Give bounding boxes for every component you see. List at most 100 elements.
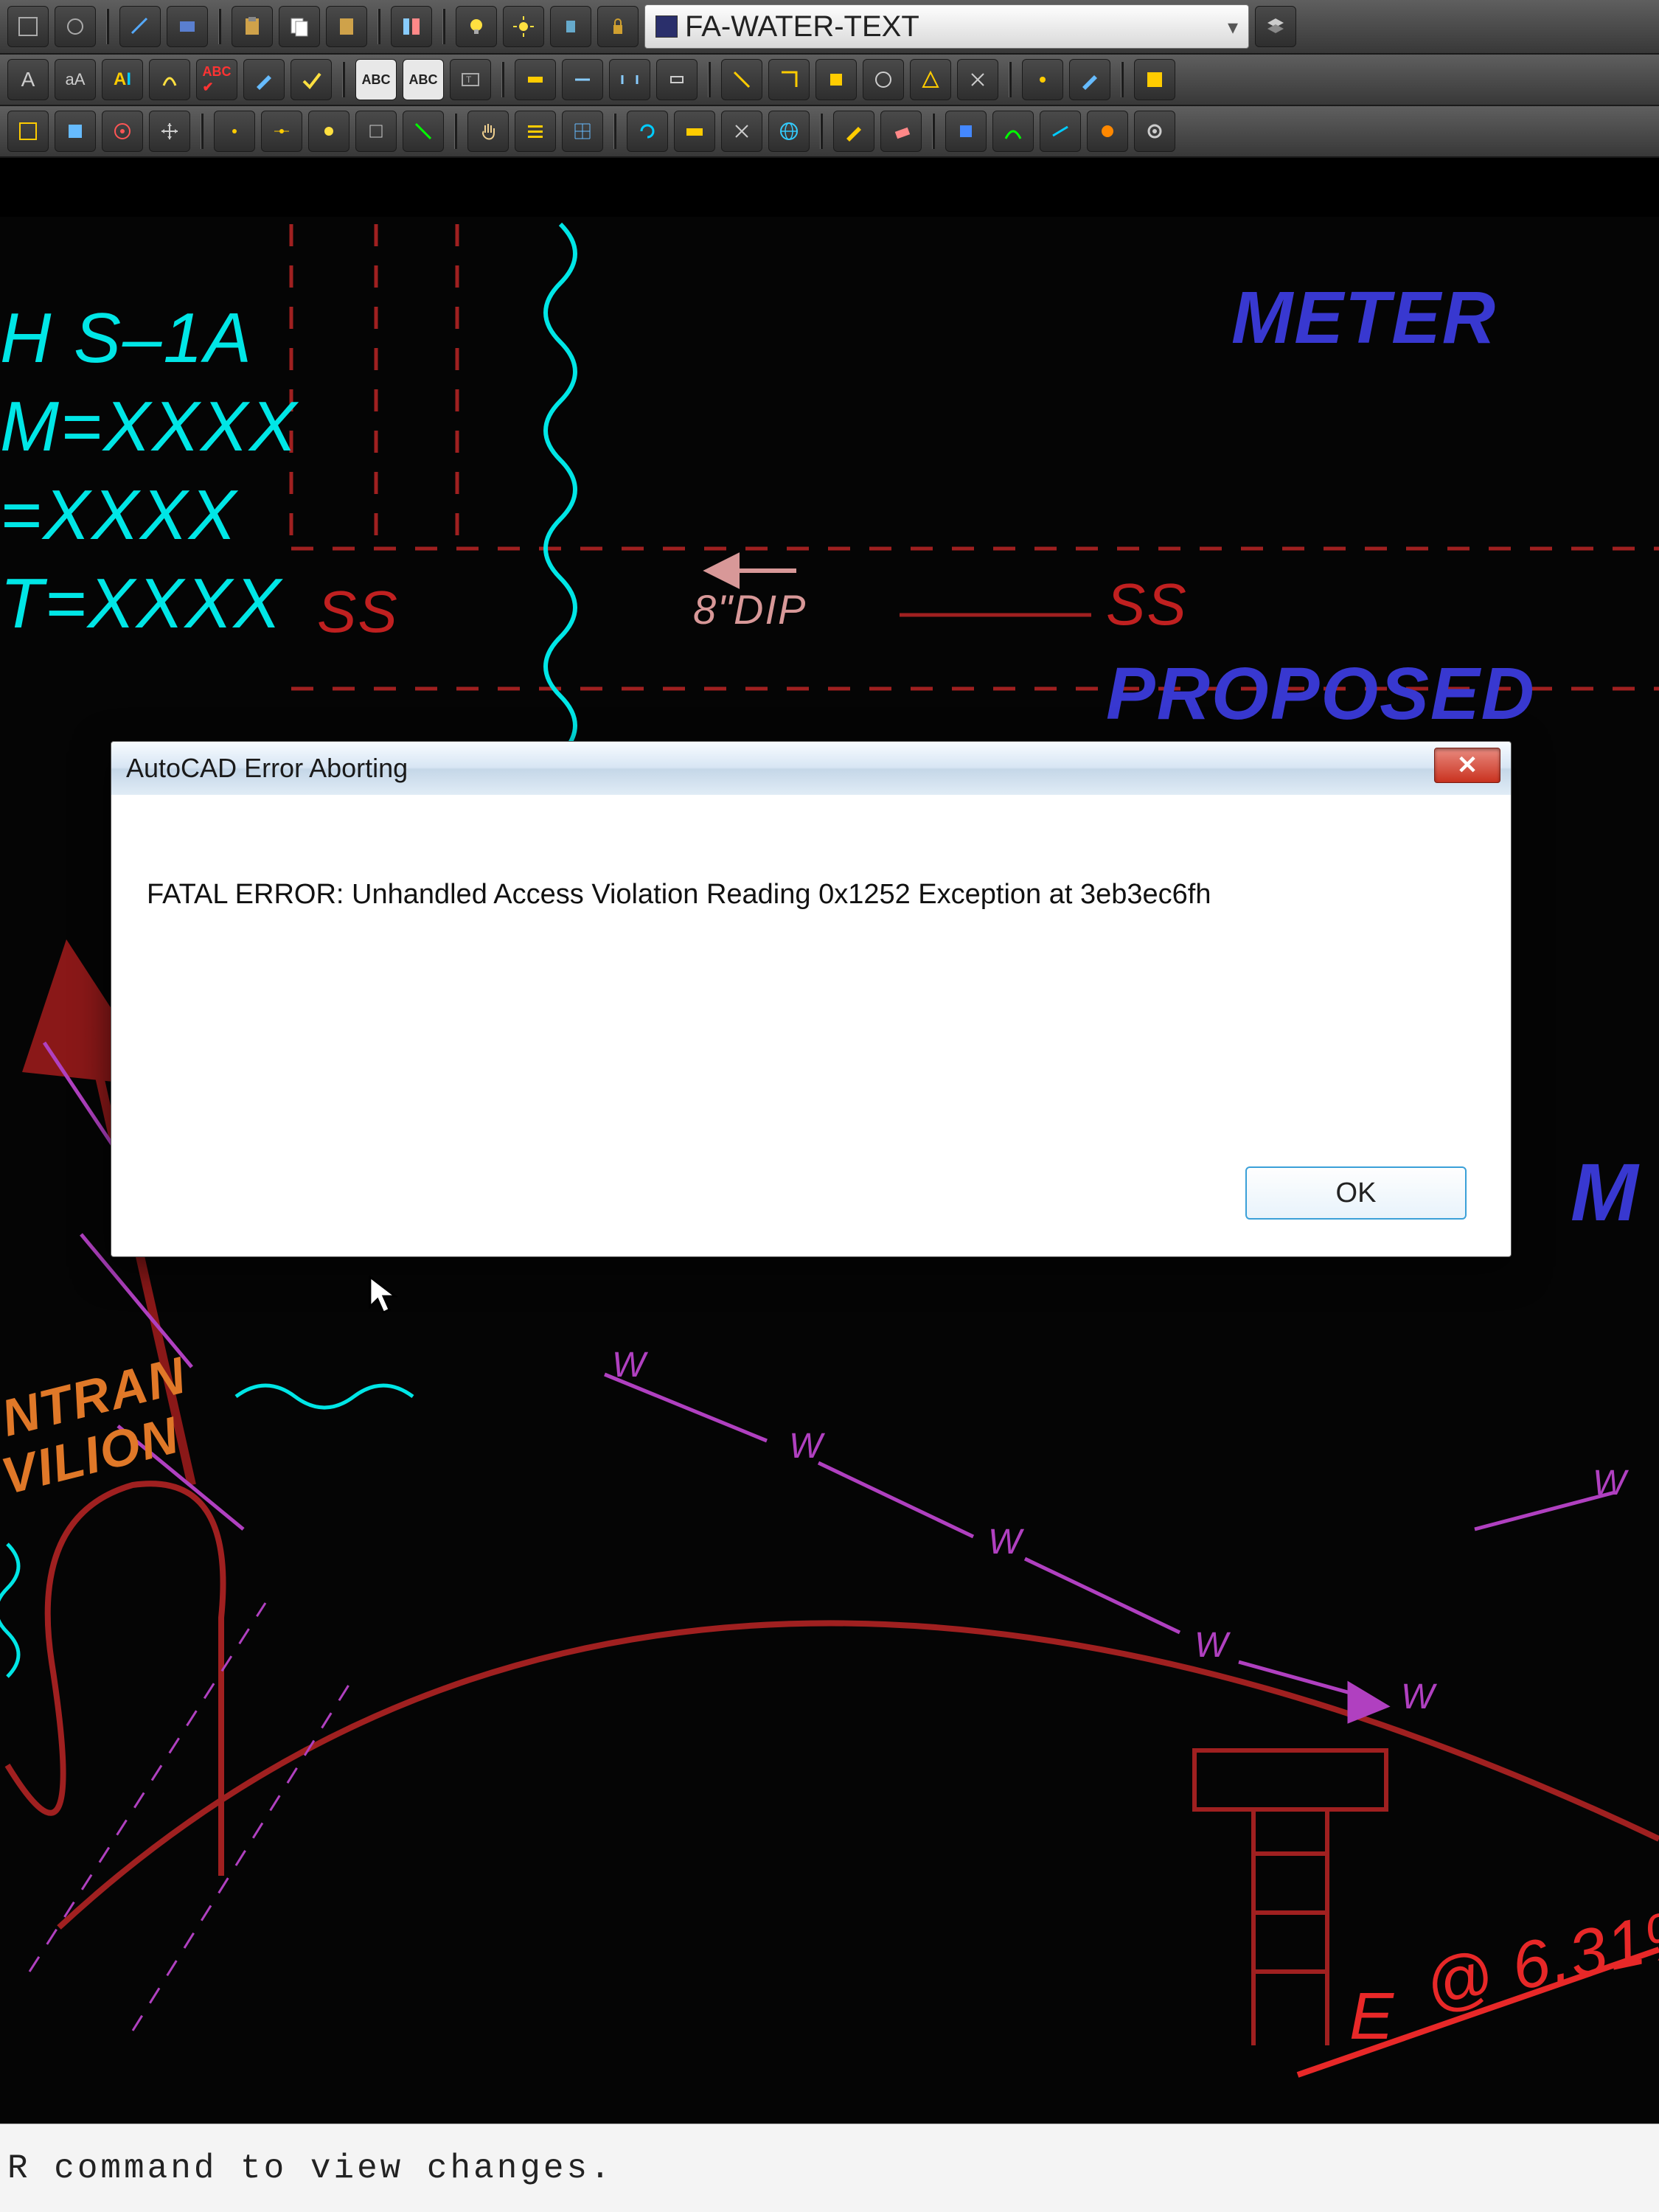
tool-icon[interactable] [957, 59, 998, 100]
separator [613, 114, 616, 149]
cad-text: METER [1231, 276, 1497, 361]
cad-text: SS [1106, 571, 1188, 639]
point-icon[interactable] [214, 111, 255, 152]
spellcheck-icon[interactable]: ABC✔ [196, 59, 237, 100]
tool-icon[interactable] [1040, 111, 1081, 152]
paste-icon[interactable] [326, 6, 367, 47]
separator [1009, 62, 1012, 97]
separator [218, 9, 221, 44]
cad-text: SS [317, 578, 399, 646]
eraser-icon[interactable] [880, 111, 922, 152]
layer-color-swatch [655, 15, 678, 38]
cad-text: W [1593, 1463, 1627, 1503]
dimension-icon[interactable] [609, 59, 650, 100]
tool-icon[interactable] [721, 59, 762, 100]
properties-icon[interactable] [391, 6, 432, 47]
pencil-icon[interactable] [833, 111, 874, 152]
toolbar-view [0, 106, 1659, 158]
check-icon[interactable] [291, 59, 332, 100]
tool-icon[interactable] [1022, 59, 1063, 100]
cad-text: =XXXX [0, 475, 237, 556]
tool-icon[interactable] [403, 111, 444, 152]
ok-button[interactable]: OK [1245, 1166, 1467, 1220]
text-box-icon[interactable]: T [450, 59, 491, 100]
point-icon[interactable] [261, 111, 302, 152]
separator [442, 9, 445, 44]
swirl-icon[interactable] [149, 59, 190, 100]
dimension-icon[interactable] [656, 59, 698, 100]
dialog-titlebar[interactable]: AutoCAD Error Aborting [111, 742, 1511, 795]
list-icon[interactable] [515, 111, 556, 152]
close-icon: ✕ [1457, 751, 1478, 780]
edit-icon[interactable] [243, 59, 285, 100]
grid-icon[interactable] [562, 111, 603, 152]
text-a-icon[interactable]: A [7, 59, 49, 100]
separator [106, 9, 109, 44]
separator [932, 114, 935, 149]
tool-icon[interactable] [910, 59, 951, 100]
refresh-icon[interactable] [627, 111, 668, 152]
abc-box-icon[interactable]: ABC [403, 59, 444, 100]
dimension-icon[interactable] [562, 59, 603, 100]
separator [1121, 62, 1124, 97]
text-ai-icon[interactable]: AI [102, 59, 143, 100]
pan-icon[interactable] [467, 111, 509, 152]
lock-icon[interactable] [597, 6, 639, 47]
dimension-icon[interactable] [515, 59, 556, 100]
dialog-message: FATAL ERROR: Unhandled Access Violation … [111, 795, 1511, 914]
ok-button-label: OK [1336, 1178, 1377, 1209]
move-icon[interactable] [149, 111, 190, 152]
sun-icon[interactable] [308, 111, 349, 152]
close-button[interactable]: ✕ [1434, 748, 1500, 783]
separator [820, 114, 823, 149]
error-dialog: AutoCAD Error Aborting ✕ FATAL ERROR: Un… [111, 741, 1512, 1257]
tool-icon[interactable] [55, 6, 96, 47]
tool-icon[interactable] [863, 59, 904, 100]
cad-text: W [988, 1522, 1023, 1562]
edit-icon[interactable] [1069, 59, 1110, 100]
command-line-text: R command to view changes. [7, 2149, 613, 2188]
clipboard-icon[interactable] [232, 6, 273, 47]
toolbar-top: FA-WATER-TEXT ▾ [0, 0, 1659, 55]
layer-dropdown[interactable]: FA-WATER-TEXT ▾ [644, 4, 1249, 49]
insert-icon[interactable] [55, 111, 96, 152]
tool-icon[interactable] [1087, 111, 1128, 152]
globe-icon[interactable] [768, 111, 810, 152]
tool-icon[interactable] [167, 6, 208, 47]
ruler-icon[interactable] [674, 111, 715, 152]
cad-text: H S–1A [0, 298, 253, 379]
freeze-icon[interactable] [550, 6, 591, 47]
text-aa-icon[interactable]: aA [55, 59, 96, 100]
copy-icon[interactable] [279, 6, 320, 47]
cad-text: W [1194, 1625, 1229, 1666]
tool-icon[interactable] [815, 59, 857, 100]
svg-text:T: T [466, 74, 472, 85]
sun-icon[interactable] [503, 6, 544, 47]
tool-icon[interactable] [119, 6, 161, 47]
gear-icon[interactable] [1134, 111, 1175, 152]
cut-icon[interactable] [721, 111, 762, 152]
cad-text: M=XXXX [0, 386, 298, 467]
dialog-title-text: AutoCAD Error Aborting [126, 753, 408, 784]
separator [378, 9, 380, 44]
tool-icon[interactable] [992, 111, 1034, 152]
command-line[interactable]: R command to view changes. [0, 2124, 1659, 2212]
separator [342, 62, 345, 97]
toolbar-text: A aA AI ABC✔ ABC ABC T [0, 55, 1659, 106]
tool-icon[interactable] [7, 6, 49, 47]
tool-icon[interactable] [1134, 59, 1175, 100]
target-icon[interactable] [102, 111, 143, 152]
separator [501, 62, 504, 97]
separator [454, 114, 457, 149]
tool-icon[interactable] [768, 59, 810, 100]
cad-text: E [1349, 1979, 1395, 2055]
cad-text: M [1571, 1146, 1640, 1239]
tool-icon[interactable] [7, 111, 49, 152]
cad-text: T=XXXX [0, 563, 282, 644]
lightbulb-icon[interactable] [456, 6, 497, 47]
abc-box-icon[interactable]: ABC [355, 59, 397, 100]
tool-icon[interactable] [355, 111, 397, 152]
separator [708, 62, 711, 97]
block-icon[interactable] [945, 111, 987, 152]
layer-stack-icon[interactable] [1255, 6, 1296, 47]
